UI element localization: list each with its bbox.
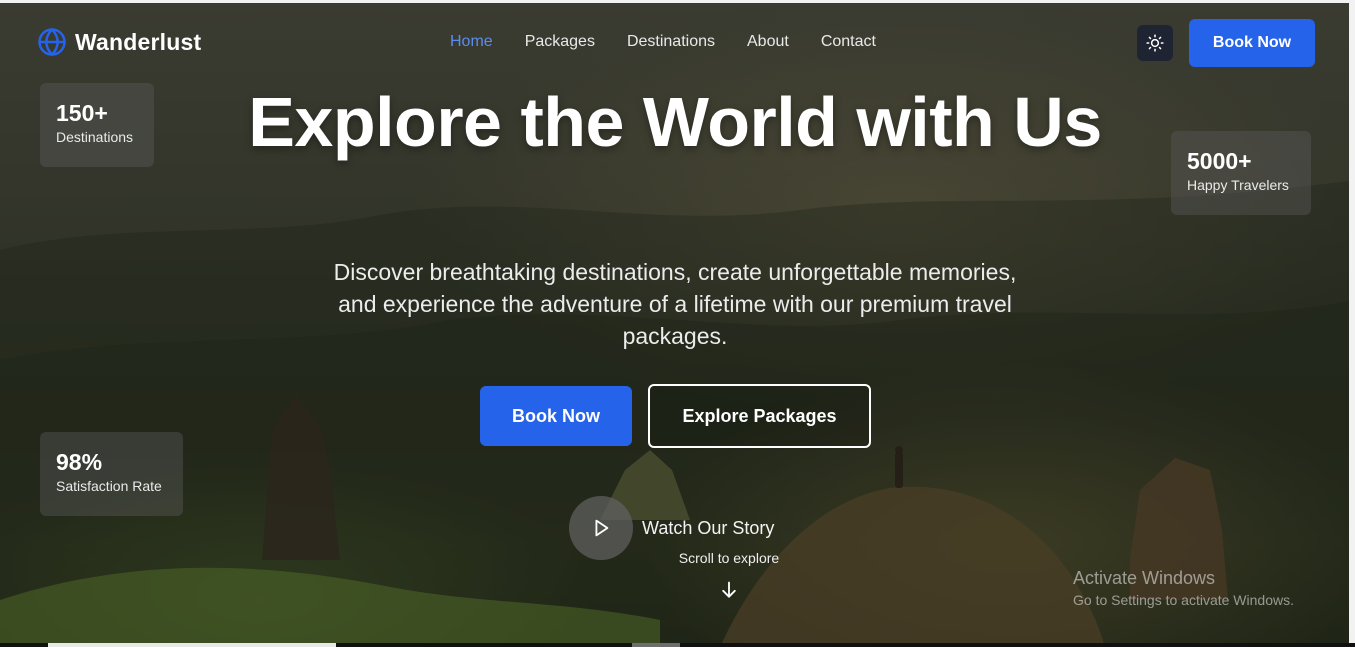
stat-card-travelers: 5000+ Happy Travelers [1171, 131, 1311, 215]
watch-story-label: Watch Our Story [642, 517, 775, 538]
theme-toggle-button[interactable] [1137, 25, 1173, 61]
play-button[interactable] [569, 496, 633, 560]
nav-link-about[interactable]: About [747, 33, 789, 51]
sun-icon [1146, 34, 1164, 52]
scrollbar-marker [632, 643, 680, 647]
nav-link-home[interactable]: Home [450, 33, 493, 51]
stat-value: 98% [56, 449, 103, 475]
brand-logo[interactable]: Wanderlust [37, 27, 201, 57]
nav-link-packages[interactable]: Packages [525, 33, 595, 51]
browser-scrollbar-track[interactable] [1349, 0, 1355, 647]
stat-value: 5000+ [1187, 148, 1252, 174]
arrow-down-icon[interactable] [719, 580, 739, 600]
windows-activation-watermark: Activate Windows Go to Settings to activ… [1073, 567, 1294, 611]
scroll-hint: Scroll to explore [678, 550, 780, 566]
stat-card-satisfaction: 98% Satisfaction Rate [40, 432, 183, 516]
browser-bottom-scrollbar[interactable] [0, 643, 1355, 647]
hero-headline: Explore the World with Us [248, 83, 1102, 161]
stat-card-destinations: 150+ Destinations [40, 83, 154, 167]
explore-packages-button[interactable]: Explore Packages [648, 384, 871, 448]
play-icon [595, 519, 609, 537]
nav-book-now-button[interactable]: Book Now [1189, 19, 1315, 67]
hero-subtitle: Discover breathtaking destinations, crea… [333, 259, 1017, 349]
brand-name: Wanderlust [75, 28, 202, 55]
globe-icon [38, 27, 66, 57]
nav-links: Home Packages Destinations About Contact [450, 33, 908, 51]
stat-label: Destinations [56, 129, 134, 145]
stat-value: 150+ [56, 100, 108, 126]
navbar: Wanderlust Home Packages Destinations Ab… [0, 0, 1349, 86]
stat-label: Happy Travelers [1187, 177, 1289, 193]
stat-label: Satisfaction Rate [56, 478, 162, 494]
nav-link-destinations[interactable]: Destinations [627, 33, 715, 51]
scrollbar-thumb[interactable] [48, 643, 336, 647]
hero-book-now-button[interactable]: Book Now [480, 386, 632, 446]
nav-link-contact[interactable]: Contact [821, 33, 876, 51]
watermark-subtitle: Go to Settings to activate Windows. [1073, 592, 1294, 608]
watermark-title: Activate Windows [1073, 568, 1216, 588]
